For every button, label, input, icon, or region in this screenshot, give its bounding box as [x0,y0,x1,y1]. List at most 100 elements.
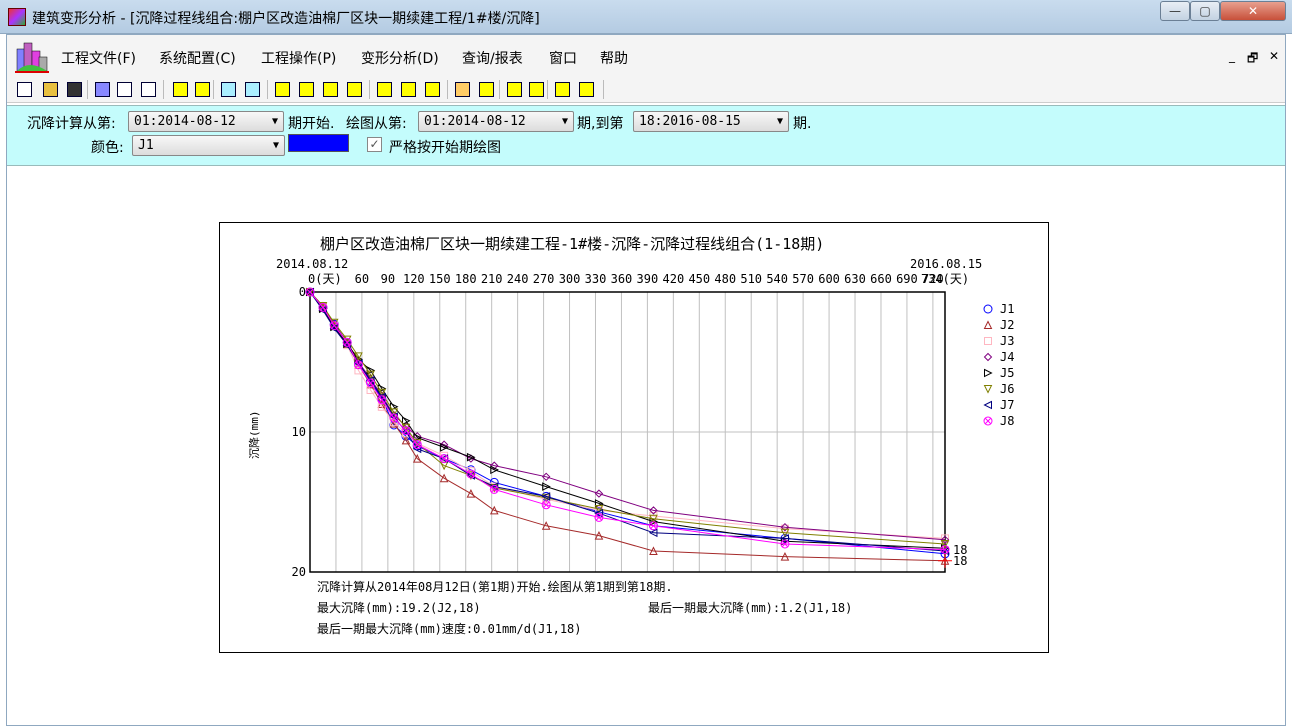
menu-project-file[interactable]: 工程文件(F) [61,48,136,68]
color-swatch[interactable] [288,134,349,152]
menu-help[interactable]: 帮助 [600,48,628,68]
series-line-J7 [309,291,946,552]
point-select[interactable]: J1 ▼ [132,135,285,156]
x-tick-label: 734(天) [921,272,969,286]
strict-start-label: 严格按开始期绘图 [389,140,501,156]
toolbar-button-2-icon[interactable] [43,82,58,97]
series-line-J8 [309,291,946,551]
x-tick-label: 120 [403,272,425,286]
app-logo-icon [15,42,49,73]
plot-to-select[interactable]: 18:2016-08-15 ▼ [633,111,789,132]
period-start-label: 期开始. [288,116,335,132]
toolbar [7,77,1285,103]
legend-label-J5: J5 [1000,366,1014,380]
legend-label-J2: J2 [1000,318,1014,332]
toolbar-separator [213,80,214,99]
x-tick-label: 210 [481,272,503,286]
plot-to-value: 18:2016-08-15 [639,114,741,129]
minimize-button[interactable]: — [1160,1,1190,21]
note-calc-range: 沉降计算从2014年08月12日(第1期)开始.绘图从第1期到第18期. [317,580,673,594]
series-line-J6 [309,291,946,545]
series-line-J4 [309,291,946,541]
menu-query-report[interactable]: 查询/报表 [462,48,523,68]
chevron-down-icon: ▼ [272,140,279,151]
toolbar-button-10-icon[interactable] [245,82,260,97]
legend-marker-J1 [983,304,993,314]
to-label: 期,到第 [577,116,624,132]
toolbar-button-22-icon[interactable] [555,82,570,97]
series-line-J3 [309,291,946,539]
calc-from-select[interactable]: 01:2014-08-12 ▼ [128,111,284,132]
app-icon [8,8,26,26]
toolbar-button-5-icon[interactable] [117,82,132,97]
toolbar-button-18-icon[interactable] [455,82,470,97]
y-axis-label: 沉降(mm) [247,411,261,460]
legend-marker-J7 [983,400,992,410]
x-tick-label: 480 [714,272,736,286]
toolbar-button-16-icon[interactable] [401,82,416,97]
x-tick-label: 270 [533,272,555,286]
toolbar-button-17-icon[interactable] [425,82,440,97]
toolbar-button-19-icon[interactable] [479,82,494,97]
toolbar-button-8-icon[interactable] [195,82,210,97]
legend-marker-J4 [983,352,993,362]
toolbar-button-12-icon[interactable] [299,82,314,97]
note-max-settlement: 最大沉降(mm):19.2(J2,18) [317,601,481,615]
x-tick-label: 360 [611,272,633,286]
menu-system-config[interactable]: 系统配置(C) [159,48,236,68]
close-button[interactable]: ✕ [1220,1,1286,21]
start-date: 2014.08.12 [276,257,348,271]
plot-from-select[interactable]: 01:2014-08-12 ▼ [418,111,574,132]
series-line-J5 [309,291,946,549]
chevron-down-icon: ▼ [776,116,783,127]
toolbar-separator [447,80,448,99]
strict-start-checkbox[interactable]: ✓ [367,137,382,152]
main-window: 工程文件(F) 系统配置(C) 工程操作(P) 变形分析(D) 查询/报表 窗口… [6,34,1286,726]
note-last-max-settlement: 最后一期最大沉降(mm):1.2(J1,18) [648,601,853,615]
calc-from-label: 沉降计算从第: [27,116,116,132]
maximize-button[interactable]: ▢ [1190,1,1220,21]
toolbar-separator [499,80,500,99]
toolbar-button-21-icon[interactable] [529,82,544,97]
x-tick-label: 0(天) [308,272,342,286]
toolbar-button-23-icon[interactable] [579,82,594,97]
settlement-chart: 棚户区改造油棉厂区块一期续建工程-1#楼-沉降-沉降过程线组合(1-18期) 2… [219,222,1049,653]
legend-marker-J2 [983,320,993,329]
toolbar-button-1-icon[interactable] [17,82,32,97]
toolbar-separator [87,80,88,99]
menu-window[interactable]: 窗口 [549,48,577,68]
x-tick-label: 540 [766,272,788,286]
x-tick-label: 690 [896,272,918,286]
chevron-down-icon: ▼ [561,116,568,127]
legend-marker-J5 [984,368,993,378]
toolbar-button-11-icon[interactable] [275,82,290,97]
menu-deformation-analysis[interactable]: 变形分析(D) [361,48,439,68]
toolbar-button-4-icon[interactable] [95,82,110,97]
legend-label-J6: J6 [1000,382,1014,396]
mdi-close-button[interactable]: ✕ [1269,49,1279,63]
toolbar-button-20-icon[interactable] [507,82,522,97]
y-tick-label: 0 [299,285,306,299]
toolbar-button-14-icon[interactable] [347,82,362,97]
toolbar-button-3-icon[interactable] [67,82,82,97]
legend-label-J4: J4 [1000,350,1014,364]
x-tick-label: 660 [870,272,892,286]
toolbar-button-9-icon[interactable] [221,82,236,97]
menu-project-ops[interactable]: 工程操作(P) [261,48,336,68]
toolbar-button-7-icon[interactable] [173,82,188,97]
x-tick-label: 330 [585,272,607,286]
plot-from-label: 绘图从第: [346,116,407,132]
x-tick-label: 90 [381,272,395,286]
mdi-minimize-button[interactable]: _ [1229,49,1235,63]
x-tick-label: 570 [792,272,814,286]
toolbar-button-6-icon[interactable] [141,82,156,97]
chevron-down-icon: ▼ [271,116,278,127]
x-tick-label: 600 [818,272,840,286]
toolbar-button-13-icon[interactable] [323,82,338,97]
y-tick-label: 20 [292,565,306,579]
chart-title: 棚户区改造油棉厂区块一期续建工程-1#楼-沉降-沉降过程线组合(1-18期) [320,235,824,253]
toolbar-button-15-icon[interactable] [377,82,392,97]
x-tick-label: 150 [429,272,451,286]
title-bar: 建筑变形分析 - [沉降过程线组合:棚户区改造油棉厂区块一期续建工程/1#楼/沉… [0,0,1292,34]
mdi-restore-button[interactable]: 🗗 [1247,49,1258,70]
